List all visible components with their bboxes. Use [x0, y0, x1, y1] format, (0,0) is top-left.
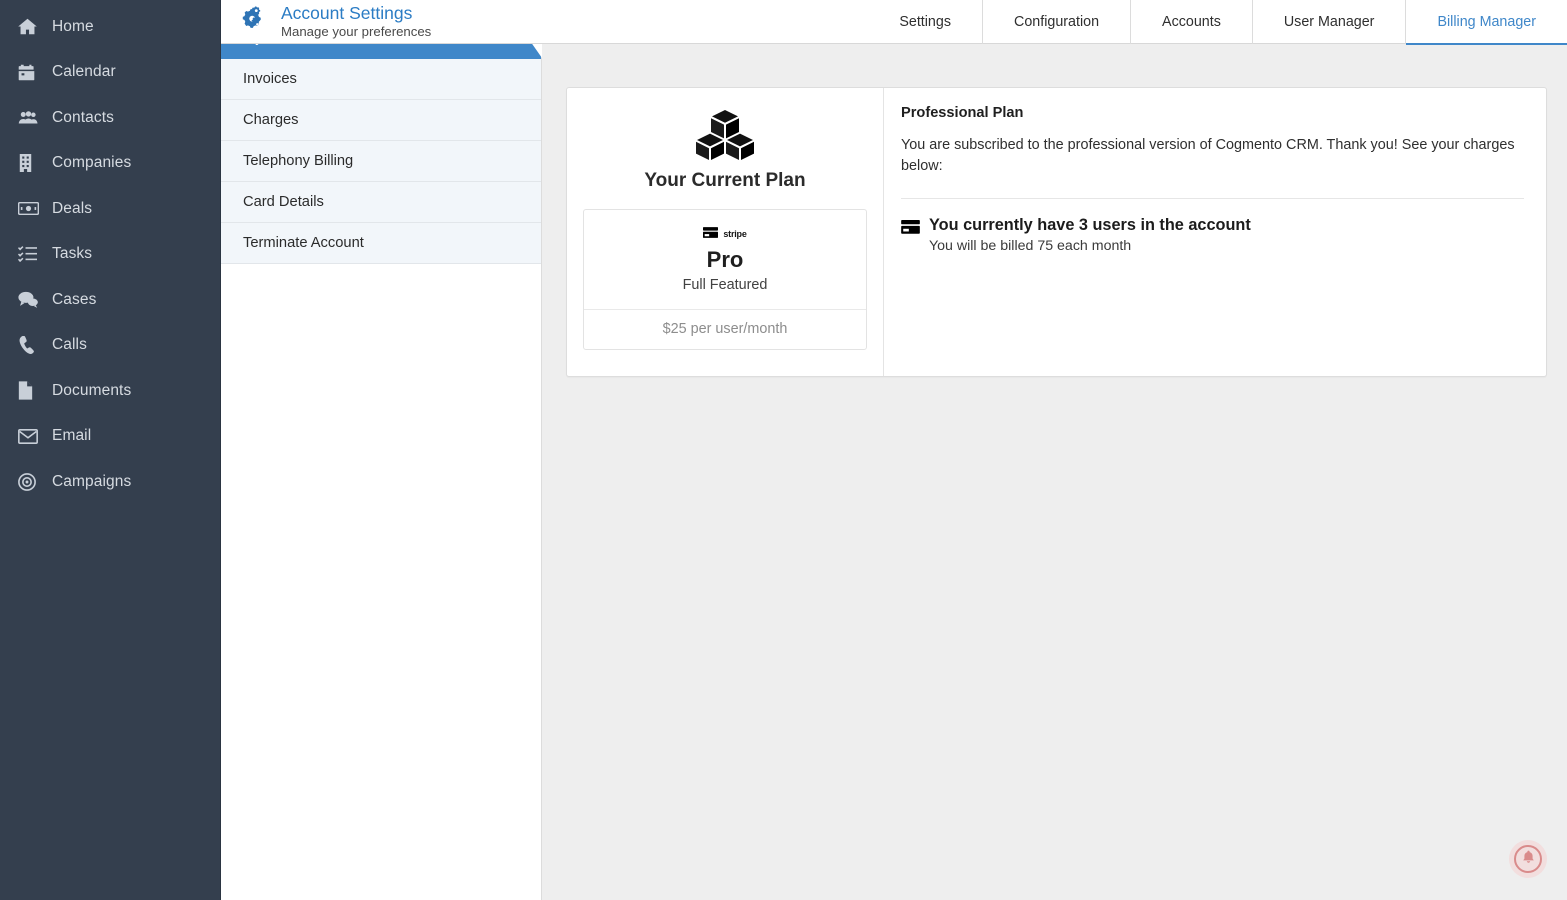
contacts-icon: [18, 110, 44, 125]
users-count-headline: You currently have 3 users in the accoun…: [929, 215, 1251, 234]
submenu-item-charges[interactable]: Charges: [221, 100, 541, 141]
sidebar-item-cases[interactable]: Cases: [0, 277, 220, 323]
sidebar-item-home[interactable]: Home: [0, 4, 220, 50]
bullseye-icon: [18, 472, 44, 491]
submenu-item-label: Card Details: [243, 194, 324, 210]
tab-billing-manager[interactable]: Billing Manager: [1405, 0, 1567, 45]
sidebar-item-label: Calls: [52, 336, 87, 354]
tab-user-manager[interactable]: User Manager: [1251, 0, 1406, 44]
current-plan-heading: Your Current Plan: [644, 170, 806, 191]
gears-icon: [239, 4, 273, 38]
stripe-badge: stripe: [594, 225, 856, 243]
stripe-label: stripe: [723, 229, 747, 239]
current-plan-card: Your Current Plan stripe Pro Full Featur…: [566, 87, 1547, 378]
tasks-list-icon: [18, 246, 44, 263]
submenu-item-label: Invoices: [243, 71, 297, 87]
sidebar-item-label: Email: [52, 427, 92, 445]
credit-card-icon: [703, 225, 719, 243]
sidebar-item-calls[interactable]: Calls: [0, 323, 220, 369]
credit-card-icon: [901, 216, 927, 254]
submenu-item-terminate-account[interactable]: Terminate Account: [221, 223, 541, 264]
submenu-list: My Plan Invoices Charges Telephony Billi…: [221, 17, 542, 264]
plan-details-column: Professional Plan You are subscribed to …: [884, 88, 1546, 376]
notification-button[interactable]: [1509, 840, 1547, 878]
cubes-icon: [583, 110, 867, 160]
main-sidebar: Home Calendar Contacts Companies Deals T…: [0, 0, 221, 900]
building-icon: [18, 154, 44, 173]
brand-text: Account Settings Manage your preferences: [273, 4, 431, 38]
billing-subline: You will be billed 75 each month: [929, 237, 1132, 254]
tab-label: Configuration: [1014, 13, 1100, 30]
page-title: Account Settings: [281, 3, 413, 24]
tab-label: Billing Manager: [1437, 13, 1536, 30]
main-content: Your Current Plan stripe Pro Full Featur…: [542, 0, 1567, 900]
tab-label: Accounts: [1162, 13, 1221, 30]
top-tabs: Settings Configuration Accounts User Man…: [868, 0, 1567, 45]
plan-name: Pro: [706, 247, 744, 272]
plan-box[interactable]: stripe Pro Full Featured $25 per user/mo…: [583, 209, 867, 351]
professional-plan-description: You are subscribed to the professional v…: [901, 137, 1515, 174]
tab-settings[interactable]: Settings: [868, 0, 982, 44]
tab-accounts[interactable]: Accounts: [1130, 0, 1252, 44]
submenu-item-telephony-billing[interactable]: Telephony Billing: [221, 141, 541, 182]
professional-plan-title: Professional Plan: [901, 105, 1024, 121]
sidebar-item-deals[interactable]: Deals: [0, 186, 220, 232]
sidebar-item-documents[interactable]: Documents: [0, 368, 220, 414]
sidebar-item-label: Contacts: [52, 108, 114, 126]
sidebar-item-label: Companies: [52, 154, 132, 172]
money-bill-icon: [18, 202, 44, 216]
tab-configuration[interactable]: Configuration: [982, 0, 1130, 44]
users-usage-text: You currently have 3 users in the accoun…: [927, 216, 1251, 254]
submenu-item-label: Charges: [243, 112, 299, 128]
page-subtitle: Manage your preferences: [281, 23, 432, 39]
top-header-bar: Account Settings Manage your preferences…: [221, 0, 1567, 45]
bell-icon: [1522, 850, 1535, 869]
app-brand: Account Settings Manage your preferences: [221, 4, 431, 38]
plan-summary-column: Your Current Plan stripe Pro Full Featur…: [567, 88, 884, 377]
sidebar-item-label: Documents: [52, 381, 132, 399]
plan-feature: Full Featured: [682, 277, 768, 294]
calendar-icon: [18, 64, 44, 81]
submenu-item-card-details[interactable]: Card Details: [221, 182, 541, 223]
tab-label: User Manager: [1283, 13, 1375, 30]
sidebar-item-label: Tasks: [52, 245, 93, 263]
submenu-item-label: Terminate Account: [243, 235, 364, 251]
sidebar-item-companies[interactable]: Companies: [0, 141, 220, 187]
app-root: Home Calendar Contacts Companies Deals T…: [0, 0, 1567, 900]
sidebar-item-campaigns[interactable]: Campaigns: [0, 459, 220, 505]
submenu-item-invoices[interactable]: Invoices: [221, 59, 541, 100]
comments-icon: [18, 291, 44, 309]
document-icon: [18, 381, 44, 400]
sidebar-item-tasks[interactable]: Tasks: [0, 232, 220, 278]
plan-price: $25 per user/month: [584, 309, 866, 349]
submenu-item-label: Telephony Billing: [243, 153, 354, 169]
home-icon: [18, 18, 44, 35]
sidebar-item-label: Campaigns: [52, 472, 132, 490]
sidebar-item-calendar[interactable]: Calendar: [0, 50, 220, 96]
sidebar-item-contacts[interactable]: Contacts: [0, 95, 220, 141]
sidebar-item-label: Home: [52, 17, 94, 35]
sidebar-item-label: Deals: [52, 199, 93, 217]
sidebar-item-label: Cases: [52, 290, 97, 308]
notification-ring: [1514, 845, 1542, 873]
sidebar-item-label: Calendar: [52, 63, 116, 81]
tab-label: Settings: [899, 13, 951, 30]
billing-submenu-panel: My Plan Invoices Charges Telephony Billi…: [221, 0, 542, 900]
envelope-icon: [18, 428, 44, 444]
users-usage-row: You currently have 3 users in the accoun…: [901, 199, 1524, 254]
phone-icon: [18, 336, 44, 355]
sidebar-item-email[interactable]: Email: [0, 414, 220, 460]
plan-box-body: stripe Pro Full Featured: [584, 210, 866, 309]
